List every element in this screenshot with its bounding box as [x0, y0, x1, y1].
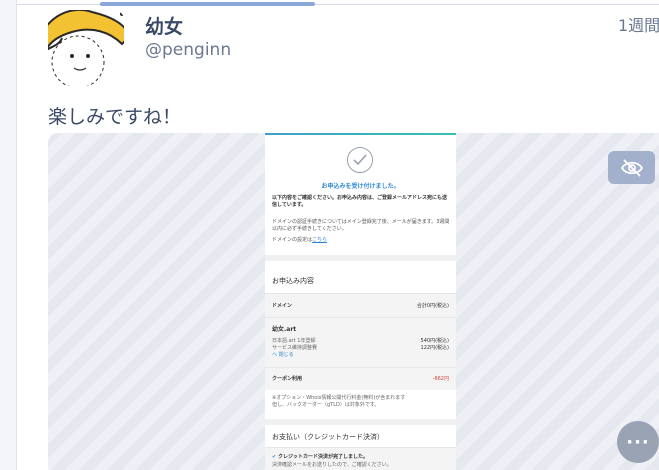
- screenshot-domain-detail: 幼女.art 日本語.art 1年登録 540円(税込) サービス維持調整費 1…: [265, 317, 456, 368]
- screenshot-payment-done: ✔ クレジットカード決済が完了しました。: [272, 454, 368, 461]
- avatar-image: [48, 10, 124, 86]
- attached-screenshot[interactable]: お申込みを受け付けました。 以下内容をご確認ください。お申込み内容は、ご登録メー…: [265, 133, 456, 470]
- screenshot-coupon-value: -662円: [432, 376, 449, 382]
- screenshot-intro: 以下内容をご確認ください。お申込み内容は、ご登録メールアドレス宛にも送信していま…: [272, 195, 448, 208]
- hide-media-button[interactable]: [608, 151, 655, 184]
- screenshot-note-2-link: こちら: [312, 237, 328, 243]
- screenshot-payment-row: ✔ クレジットカード決済が完了しました。 決済確認メールをお送りしたので、ご確認…: [265, 447, 456, 470]
- screenshot-section-order: お申込み内容: [272, 277, 314, 285]
- screenshot-domain-total: 合計0円(税込): [416, 303, 449, 309]
- screenshot-domain-row: ドメイン 合計0円(税込): [265, 293, 456, 318]
- screenshot-section-payment: お支払い（クレジットカード決済）: [272, 433, 384, 441]
- avatar[interactable]: [48, 10, 124, 86]
- screenshot-details-link: へ 閉じる: [272, 352, 294, 358]
- more-options-button[interactable]: ···: [617, 421, 659, 463]
- ellipsis-icon: ···: [626, 431, 650, 453]
- screenshot-footnote-2: 但し、バックオーダー（gTLD）は対象外です。: [272, 402, 380, 408]
- screenshot-item1-label: 日本語.art 1年登録: [272, 338, 316, 344]
- screenshot-item2-price: 122円(税込): [420, 345, 449, 351]
- screenshot-note-2: ドメインの設定はこちら: [272, 237, 450, 244]
- user-handle[interactable]: @penginn: [145, 40, 231, 60]
- screenshot-domain-name: 幼女.art: [272, 326, 297, 333]
- checkmark-icon: ✔: [272, 454, 277, 460]
- screenshot-footnote-1: ※オプション・Whois情報公開代行料金(無料)が含まれます: [272, 395, 406, 401]
- screenshot-separator: [265, 255, 456, 261]
- scroll-progress-bar: [100, 2, 315, 6]
- screenshot-payment-done-text: クレジットカード決済が完了しました。: [277, 454, 368, 460]
- post-timestamp[interactable]: 1週間前: [618, 12, 659, 36]
- left-column: [0, 0, 17, 470]
- screenshot-item2-label: サービス維持調整費: [272, 345, 318, 351]
- screenshot-item1-price: 540円(税込): [420, 338, 449, 344]
- check-circle-icon: [347, 147, 373, 173]
- media-attachment[interactable]: お申込みを受け付けました。 以下内容をご確認ください。お申込み内容は、ご登録メー…: [48, 133, 659, 470]
- screenshot-coupon-row: クーポン利用 -662円: [265, 367, 456, 390]
- screenshot-note-1: ドメインの認証手続きについてはメイン登録完了後、メールが届きます。3週間以内に必…: [272, 219, 450, 232]
- screenshot-domain-label: ドメイン: [272, 303, 293, 309]
- screenshot-title: お申込みを受け付けました。: [321, 183, 400, 190]
- eye-slash-icon: [620, 158, 643, 177]
- display-name[interactable]: 幼女: [145, 12, 183, 39]
- screenshot-note-2-prefix: ドメインの設定は: [272, 237, 313, 243]
- screenshot-payment-note: 決済確認メールをお送りしたので、ご確認ください。: [272, 462, 392, 468]
- screenshot-separator: [265, 419, 456, 425]
- screenshot-header-bar: [265, 133, 456, 135]
- post-text: 楽しみですね！: [48, 106, 182, 128]
- screenshot-coupon-label: クーポン利用: [272, 376, 303, 382]
